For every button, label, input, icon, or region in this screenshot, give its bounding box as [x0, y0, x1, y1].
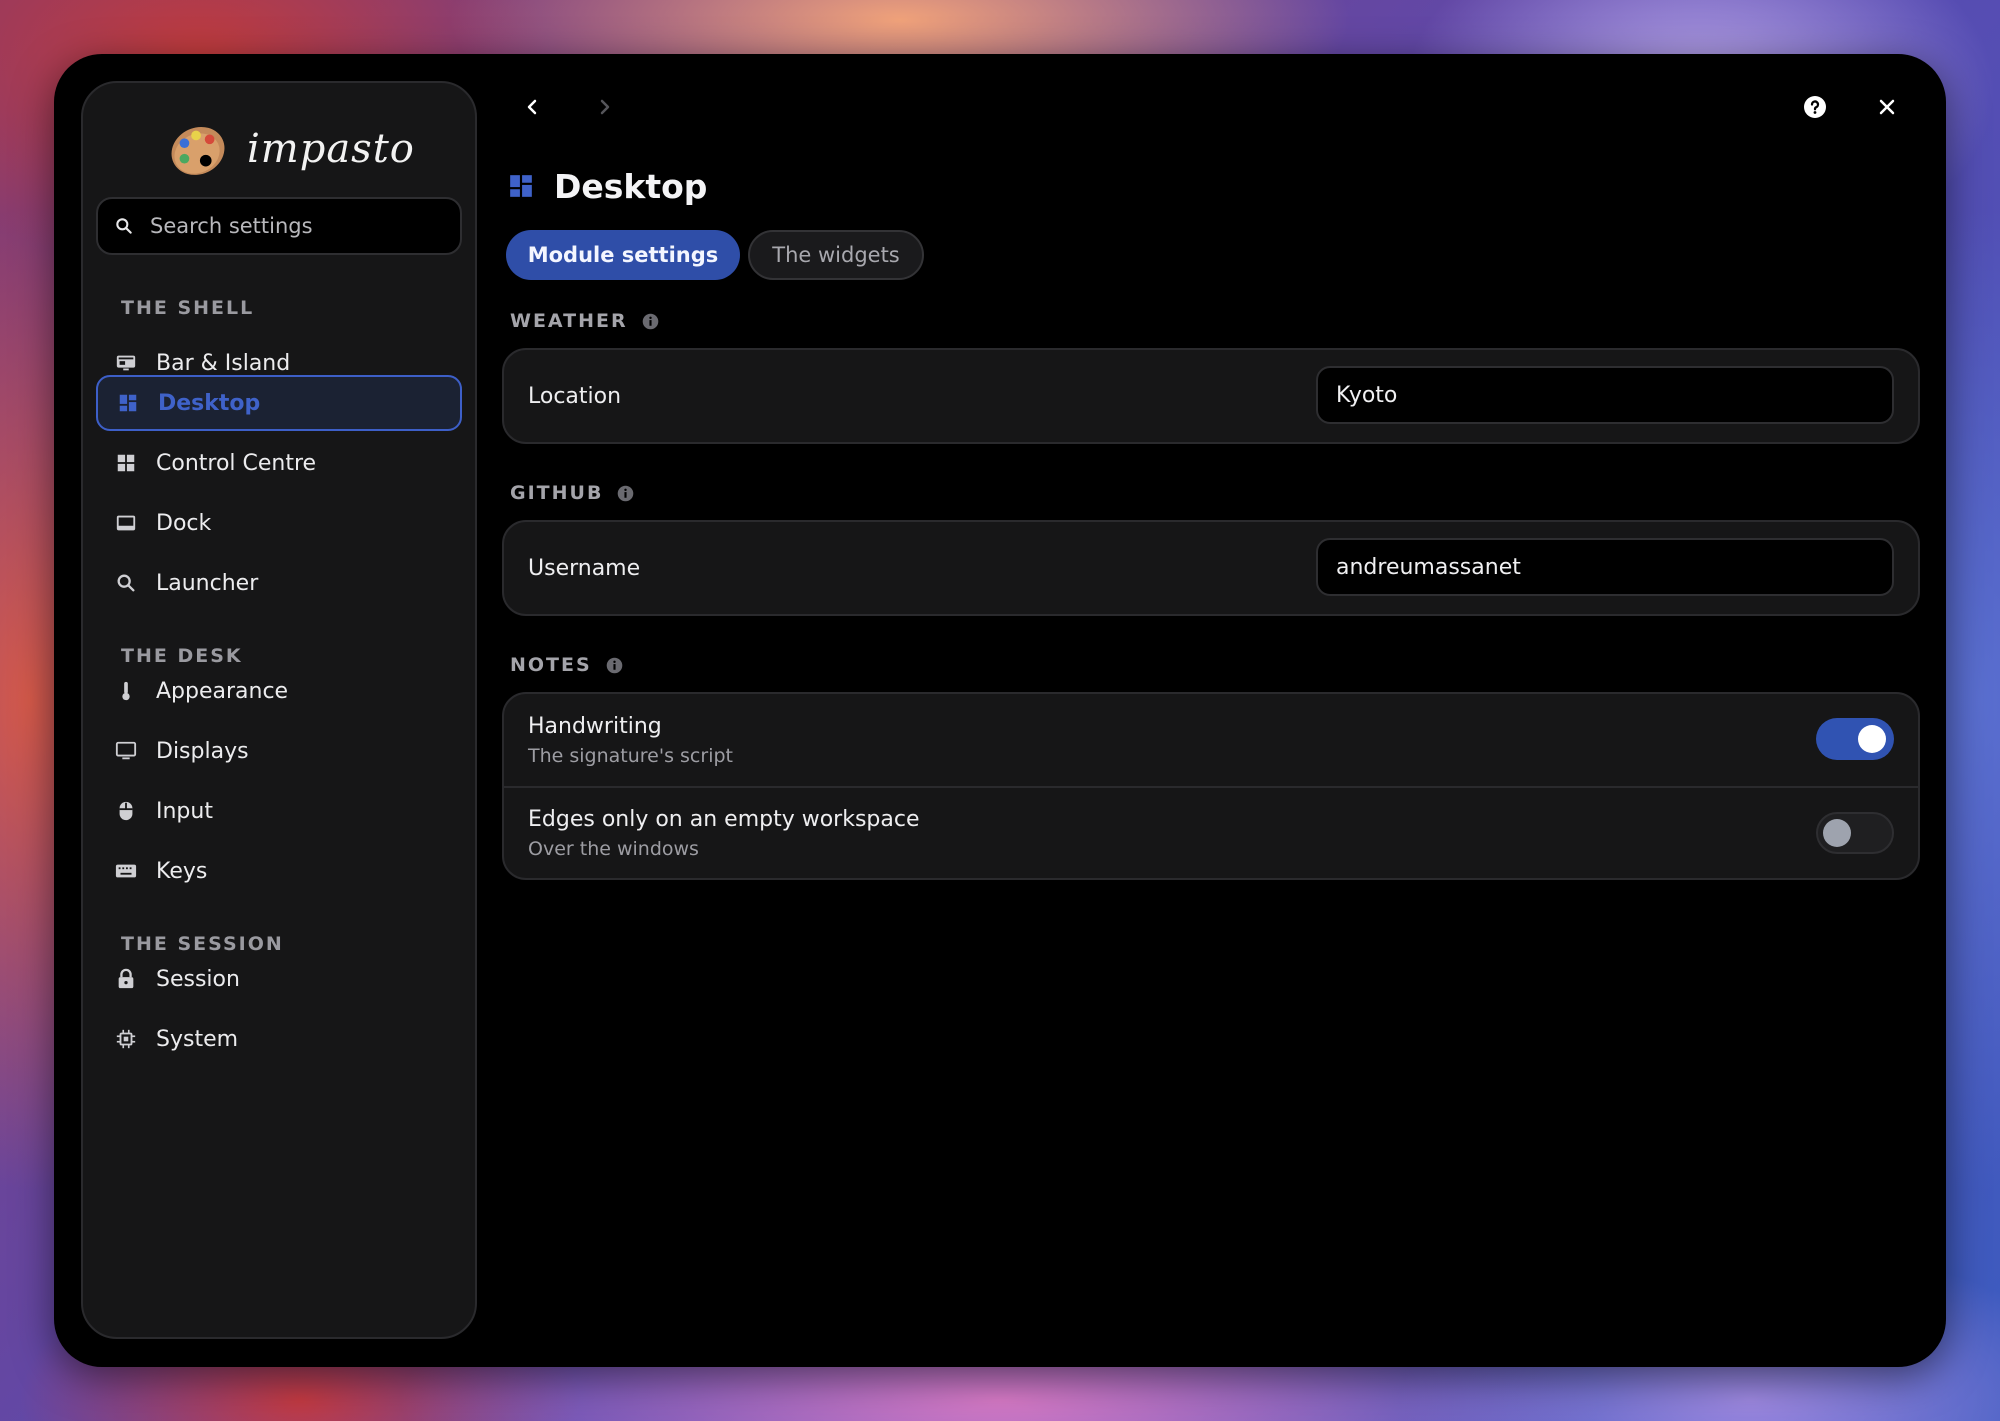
search-box[interactable]: [96, 197, 462, 255]
sidebar-item-label: Bar & Island: [156, 350, 291, 376]
tab-the-widgets[interactable]: The widgets: [748, 230, 924, 280]
sidebar-item-label: Displays: [156, 738, 249, 764]
location-row: Location Kyoto: [504, 350, 1918, 442]
monitor-bar-icon: [114, 351, 138, 375]
notes-card: Handwriting The signature's script Edges…: [502, 692, 1920, 880]
section-head-shell: THE SHELL: [121, 297, 255, 319]
info-icon[interactable]: [642, 313, 659, 330]
back-button[interactable]: [512, 87, 552, 127]
tab-module-settings[interactable]: Module settings: [506, 230, 740, 280]
sidebar-item-label: Session: [156, 966, 240, 992]
sidebar-item-label: Launcher: [156, 570, 259, 596]
sidebar-item-label: Desktop: [158, 390, 261, 416]
search-input[interactable]: [150, 214, 450, 238]
group-head-weather: WEATHER: [510, 310, 659, 332]
info-icon[interactable]: [617, 485, 634, 502]
grid-icon: [114, 451, 138, 475]
toggle-knob: [1858, 725, 1886, 753]
sidebar-item-label: Input: [156, 798, 213, 824]
sidebar-item-system[interactable]: System: [96, 1011, 462, 1067]
dock-icon: [114, 511, 138, 535]
sidebar-item-label: Dock: [156, 510, 212, 536]
search-icon: [116, 218, 132, 234]
edges-subtitle: Over the windows: [528, 837, 699, 860]
page-title: Desktop: [554, 166, 708, 206]
sidebar-item-dock[interactable]: Dock: [96, 495, 462, 551]
toggle-knob: [1823, 819, 1851, 847]
location-field[interactable]: Kyoto: [1316, 366, 1894, 424]
sidebar-item-launcher[interactable]: Launcher: [96, 555, 462, 611]
edges-toggle[interactable]: [1816, 812, 1894, 854]
sidebar: impasto THE SHELL Bar & Island Desktop C…: [81, 81, 477, 1339]
palette-icon: [171, 126, 225, 175]
group-head-notes: NOTES: [510, 654, 623, 676]
sidebar-item-label: System: [156, 1026, 239, 1052]
sidebar-item-label: Control Centre: [156, 450, 317, 476]
dashboard-icon: [116, 391, 140, 415]
page-header: Desktop: [508, 162, 707, 210]
handwriting-subtitle: The signature's script: [528, 744, 733, 767]
display-icon: [114, 739, 138, 763]
username-field[interactable]: andreumassanet: [1316, 538, 1894, 596]
group-title: NOTES: [510, 654, 592, 676]
edges-row: Edges only on an empty workspace Over th…: [504, 786, 1918, 878]
sidebar-item-displays[interactable]: Displays: [96, 723, 462, 779]
edges-label: Edges only on an empty workspace: [528, 806, 920, 832]
edges-text: Edges only on an empty workspace Over th…: [528, 807, 920, 860]
help-button[interactable]: [1795, 87, 1835, 127]
close-button[interactable]: [1867, 87, 1907, 127]
mouse-icon: [114, 799, 138, 823]
sidebar-item-input[interactable]: Input: [96, 783, 462, 839]
handwriting-toggle[interactable]: [1816, 718, 1894, 760]
keyboard-icon: [114, 859, 138, 883]
weather-card: Location Kyoto: [502, 348, 1920, 444]
handwriting-row: Handwriting The signature's script: [504, 694, 1918, 786]
settings-window: impasto THE SHELL Bar & Island Desktop C…: [54, 54, 1946, 1367]
sidebar-item-desktop[interactable]: Desktop: [96, 375, 462, 431]
sidebar-item-label: Appearance: [156, 678, 289, 704]
handwriting-text: Handwriting The signature's script: [528, 714, 733, 767]
info-icon[interactable]: [606, 657, 623, 674]
sidebar-item-control-centre[interactable]: Control Centre: [96, 435, 462, 491]
group-title: WEATHER: [510, 310, 628, 332]
chip-icon: [114, 1027, 138, 1051]
chevron-left-icon: [527, 99, 537, 115]
location-label: Location: [528, 383, 622, 409]
group-head-github: GITHUB: [510, 482, 634, 504]
help-icon: [1804, 96, 1826, 118]
sidebar-item-label: Keys: [156, 858, 208, 884]
sidebar-item-session[interactable]: Session: [96, 951, 462, 1007]
forward-button[interactable]: [585, 87, 625, 127]
search-icon: [114, 571, 138, 595]
handwriting-label: Handwriting: [528, 713, 662, 739]
app-name: impasto: [247, 126, 415, 172]
sidebar-item-appearance[interactable]: Appearance: [96, 663, 462, 719]
github-card: Username andreumassanet: [502, 520, 1920, 616]
dashboard-icon: [510, 175, 532, 197]
chevron-right-icon: [600, 99, 610, 115]
app-logo: impasto: [167, 113, 415, 185]
close-icon: [1879, 99, 1895, 115]
lock-icon: [114, 967, 138, 991]
group-title: GITHUB: [510, 482, 604, 504]
username-row: Username andreumassanet: [504, 522, 1918, 614]
username-label: Username: [528, 555, 641, 581]
sidebar-item-keys[interactable]: Keys: [96, 843, 462, 899]
thermometer-icon: [114, 679, 138, 703]
